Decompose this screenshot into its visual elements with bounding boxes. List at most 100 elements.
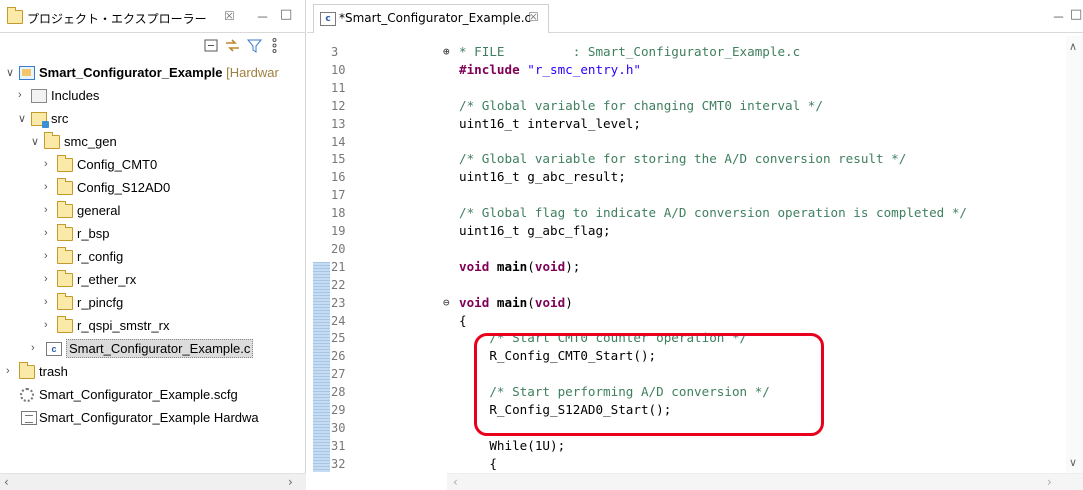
tree-item-smc-gen[interactable]: ∨ smc_gen <box>0 131 306 154</box>
editor-horizontal-scrollbar[interactable]: ‹ › <box>447 473 1083 490</box>
code-line[interactable]: 19 uint16_t g_abc_flag; <box>307 222 1067 240</box>
tree-item-src[interactable]: ∨ src <box>0 108 306 131</box>
code-line[interactable]: 31 While(1U); <box>307 437 1067 455</box>
collapse-fold-icon[interactable]: ⊖ <box>443 294 455 312</box>
project-explorer-panel: プロジェクト・エクスプローラー ☒ － □ ∨ Smart_Configurat… <box>0 0 306 490</box>
code-line[interactable]: 17 <box>307 186 1067 204</box>
tree-item-general[interactable]: › general <box>0 200 306 223</box>
tree-item-r-ether-rx[interactable]: › r_ether_rx <box>0 269 306 292</box>
editor-tab-main-c[interactable]: c *Smart_Configurator_Example.c ☒ <box>313 4 549 33</box>
document-icon <box>21 411 37 425</box>
line-number: 3 <box>331 45 339 59</box>
chevron-right-icon[interactable]: › <box>44 204 48 216</box>
line-number: 32 <box>331 456 346 471</box>
tree-item-label: Smart_Configurator_Example <box>39 65 223 80</box>
scroll-up-icon[interactable]: ∧ <box>1069 40 1077 53</box>
tree-item-config-cmt0[interactable]: › Config_CMT0 <box>0 154 306 177</box>
line-number: 26 <box>331 349 346 364</box>
line-number: 31 <box>331 438 346 453</box>
maximize-icon[interactable]: □ <box>1070 7 1082 22</box>
chevron-right-icon[interactable]: › <box>44 296 48 308</box>
tree-item-r-pincfg[interactable]: › r_pincfg <box>0 292 306 315</box>
tree-item-label: general <box>77 203 121 218</box>
line-number: 15 <box>331 152 346 167</box>
code-line[interactable]: 3 ⊕ * FILE : Smart_Configurator_Example.c <box>307 43 1067 61</box>
tree-item-includes[interactable]: › Includes <box>0 85 306 108</box>
close-icon[interactable]: ☒ <box>528 10 539 24</box>
line-number: 30 <box>331 420 346 435</box>
filter-icon[interactable] <box>246 37 263 54</box>
code-text: void main(void); <box>459 258 581 274</box>
minimize-icon[interactable]: － <box>256 7 269 26</box>
explorer-tab-title[interactable]: プロジェクト・エクスプローラー <box>27 10 207 27</box>
code-line[interactable]: 18 /* Global flag to indicate A/D convers… <box>307 204 1067 222</box>
code-line[interactable]: 16 uint16_t g_abc_result; <box>307 168 1067 186</box>
code-line[interactable]: 11 <box>307 79 1067 97</box>
tree-item-label: trash <box>39 364 68 379</box>
chevron-right-icon[interactable]: › <box>44 181 48 193</box>
code-line[interactable]: 21 void main(void); <box>307 258 1067 276</box>
code-line[interactable]: 14 <box>307 133 1067 151</box>
tree-item-r-config[interactable]: › r_config <box>0 246 306 269</box>
scroll-left-icon[interactable]: ‹ <box>4 475 9 489</box>
code-line[interactable]: 24 { <box>307 312 1067 330</box>
tree-item-r-bsp[interactable]: › r_bsp <box>0 223 306 246</box>
chevron-down-icon[interactable]: ∨ <box>31 135 39 148</box>
tree-item-project[interactable]: ∨ Smart_Configurator_Example [Hardwar <box>0 62 306 85</box>
code-text: uint16_t g_abc_result; <box>459 169 626 185</box>
chevron-right-icon[interactable]: › <box>6 365 10 377</box>
source-folder-icon <box>31 112 49 128</box>
tree-item-label: Smart_Configurator_Example.c <box>66 339 254 358</box>
view-menu-icon[interactable] <box>266 37 283 54</box>
folder-icon <box>57 178 73 195</box>
folder-icon <box>57 247 73 264</box>
chevron-down-icon[interactable]: ∨ <box>18 112 26 125</box>
code-line[interactable]: 23 ⊖ void main(void) <box>307 294 1067 312</box>
code-text: While(1U); <box>459 437 566 453</box>
chevron-right-icon[interactable]: › <box>44 158 48 170</box>
scroll-down-icon[interactable]: ∨ <box>1069 456 1077 469</box>
minimize-icon[interactable]: － <box>1052 7 1065 26</box>
tree-item-trash[interactable]: › trash <box>0 361 306 384</box>
chevron-right-icon[interactable]: › <box>44 273 48 285</box>
tree-item-label: Includes <box>51 88 100 103</box>
line-number: 21 <box>331 259 346 274</box>
folder-icon <box>57 201 73 218</box>
line-number: 22 <box>331 277 346 292</box>
chevron-right-icon[interactable]: › <box>18 89 22 101</box>
line-number: 24 <box>331 313 346 328</box>
code-line[interactable]: 10 #include "r_smc_entry.h" <box>307 61 1067 79</box>
code-line[interactable]: 13 uint16_t interval_level; <box>307 115 1067 133</box>
code-line[interactable]: 22 <box>307 276 1067 294</box>
tree-item-hardware-doc[interactable]: Smart_Configurator_Example Hardwa <box>0 407 306 430</box>
code-line[interactable]: 20 <box>307 240 1067 258</box>
line-number: 23 <box>331 295 346 310</box>
explorer-horizontal-scrollbar[interactable]: ‹ › <box>0 473 306 490</box>
code-line[interactable]: 12 /* Global variable for changing CMT0 i… <box>307 97 1067 115</box>
chevron-right-icon[interactable]: › <box>44 227 48 239</box>
c-file-icon: c <box>46 342 62 356</box>
chevron-right-icon[interactable]: › <box>31 342 35 354</box>
tree-item-scfg[interactable]: Smart_Configurator_Example.scfg <box>0 384 306 407</box>
code-text: /* Global flag to indicate A/D conversio… <box>459 205 967 221</box>
chevron-down-icon[interactable]: ∨ <box>6 66 14 79</box>
tree-item-r-qspi-smstr-rx[interactable]: › r_qspi_smstr_rx <box>0 315 306 338</box>
scroll-right-icon[interactable]: › <box>288 475 293 489</box>
scroll-left-icon[interactable]: ‹ <box>453 475 458 489</box>
close-icon[interactable]: ☒ <box>224 9 235 23</box>
link-with-editor-icon[interactable] <box>224 37 241 54</box>
expand-fold-icon[interactable]: ⊕ <box>443 43 455 61</box>
code-text: * FILE : Smart_Configurator_Example.c <box>459 44 801 59</box>
editor-tab-bar: c *Smart_Configurator_Example.c ☒ － □ <box>307 0 1083 33</box>
tree-item-config-s12ad0[interactable]: › Config_S12AD0 <box>0 177 306 200</box>
maximize-icon[interactable]: □ <box>280 7 292 22</box>
tree-item-label: Config_CMT0 <box>77 157 158 172</box>
chevron-right-icon[interactable]: › <box>44 319 48 331</box>
chevron-right-icon[interactable]: › <box>44 250 48 262</box>
tree-item-main-c-file[interactable]: › c Smart_Configurator_Example.c <box>0 338 306 361</box>
collapse-all-icon[interactable] <box>203 37 220 54</box>
editor-vertical-scrollbar[interactable]: ∧ ∨ <box>1066 36 1083 473</box>
scroll-right-icon[interactable]: › <box>1047 475 1052 489</box>
code-line[interactable]: 32 { <box>307 455 1067 473</box>
code-line[interactable]: 15 /* Global variable for storing the A/D… <box>307 150 1067 168</box>
